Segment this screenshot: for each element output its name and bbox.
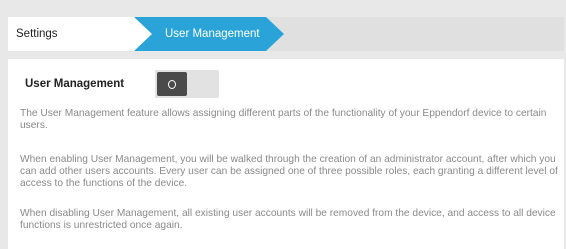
toggle-off-icon	[168, 80, 176, 89]
breadcrumb-settings-label: Settings	[16, 28, 58, 40]
description-paragraph: The User Management feature allows assig…	[20, 108, 547, 132]
enable-info-paragraph: When enabling User Management, you will …	[20, 154, 558, 190]
breadcrumb-settings[interactable]: Settings	[8, 17, 153, 51]
user-management-label: User Management	[25, 78, 125, 90]
breadcrumb-user-management-label: User Management	[165, 28, 260, 40]
disable-info-paragraph: When disabling User Management, all exis…	[20, 208, 556, 232]
user-management-toggle-row: User Management	[20, 69, 560, 99]
breadcrumb: Settings User Management	[8, 17, 564, 51]
user-management-toggle[interactable]	[155, 70, 219, 98]
toggle-knob[interactable]	[157, 72, 187, 96]
breadcrumb-user-management[interactable]: User Management	[134, 17, 284, 51]
user-management-panel: User Management The User Management feat…	[8, 59, 564, 249]
